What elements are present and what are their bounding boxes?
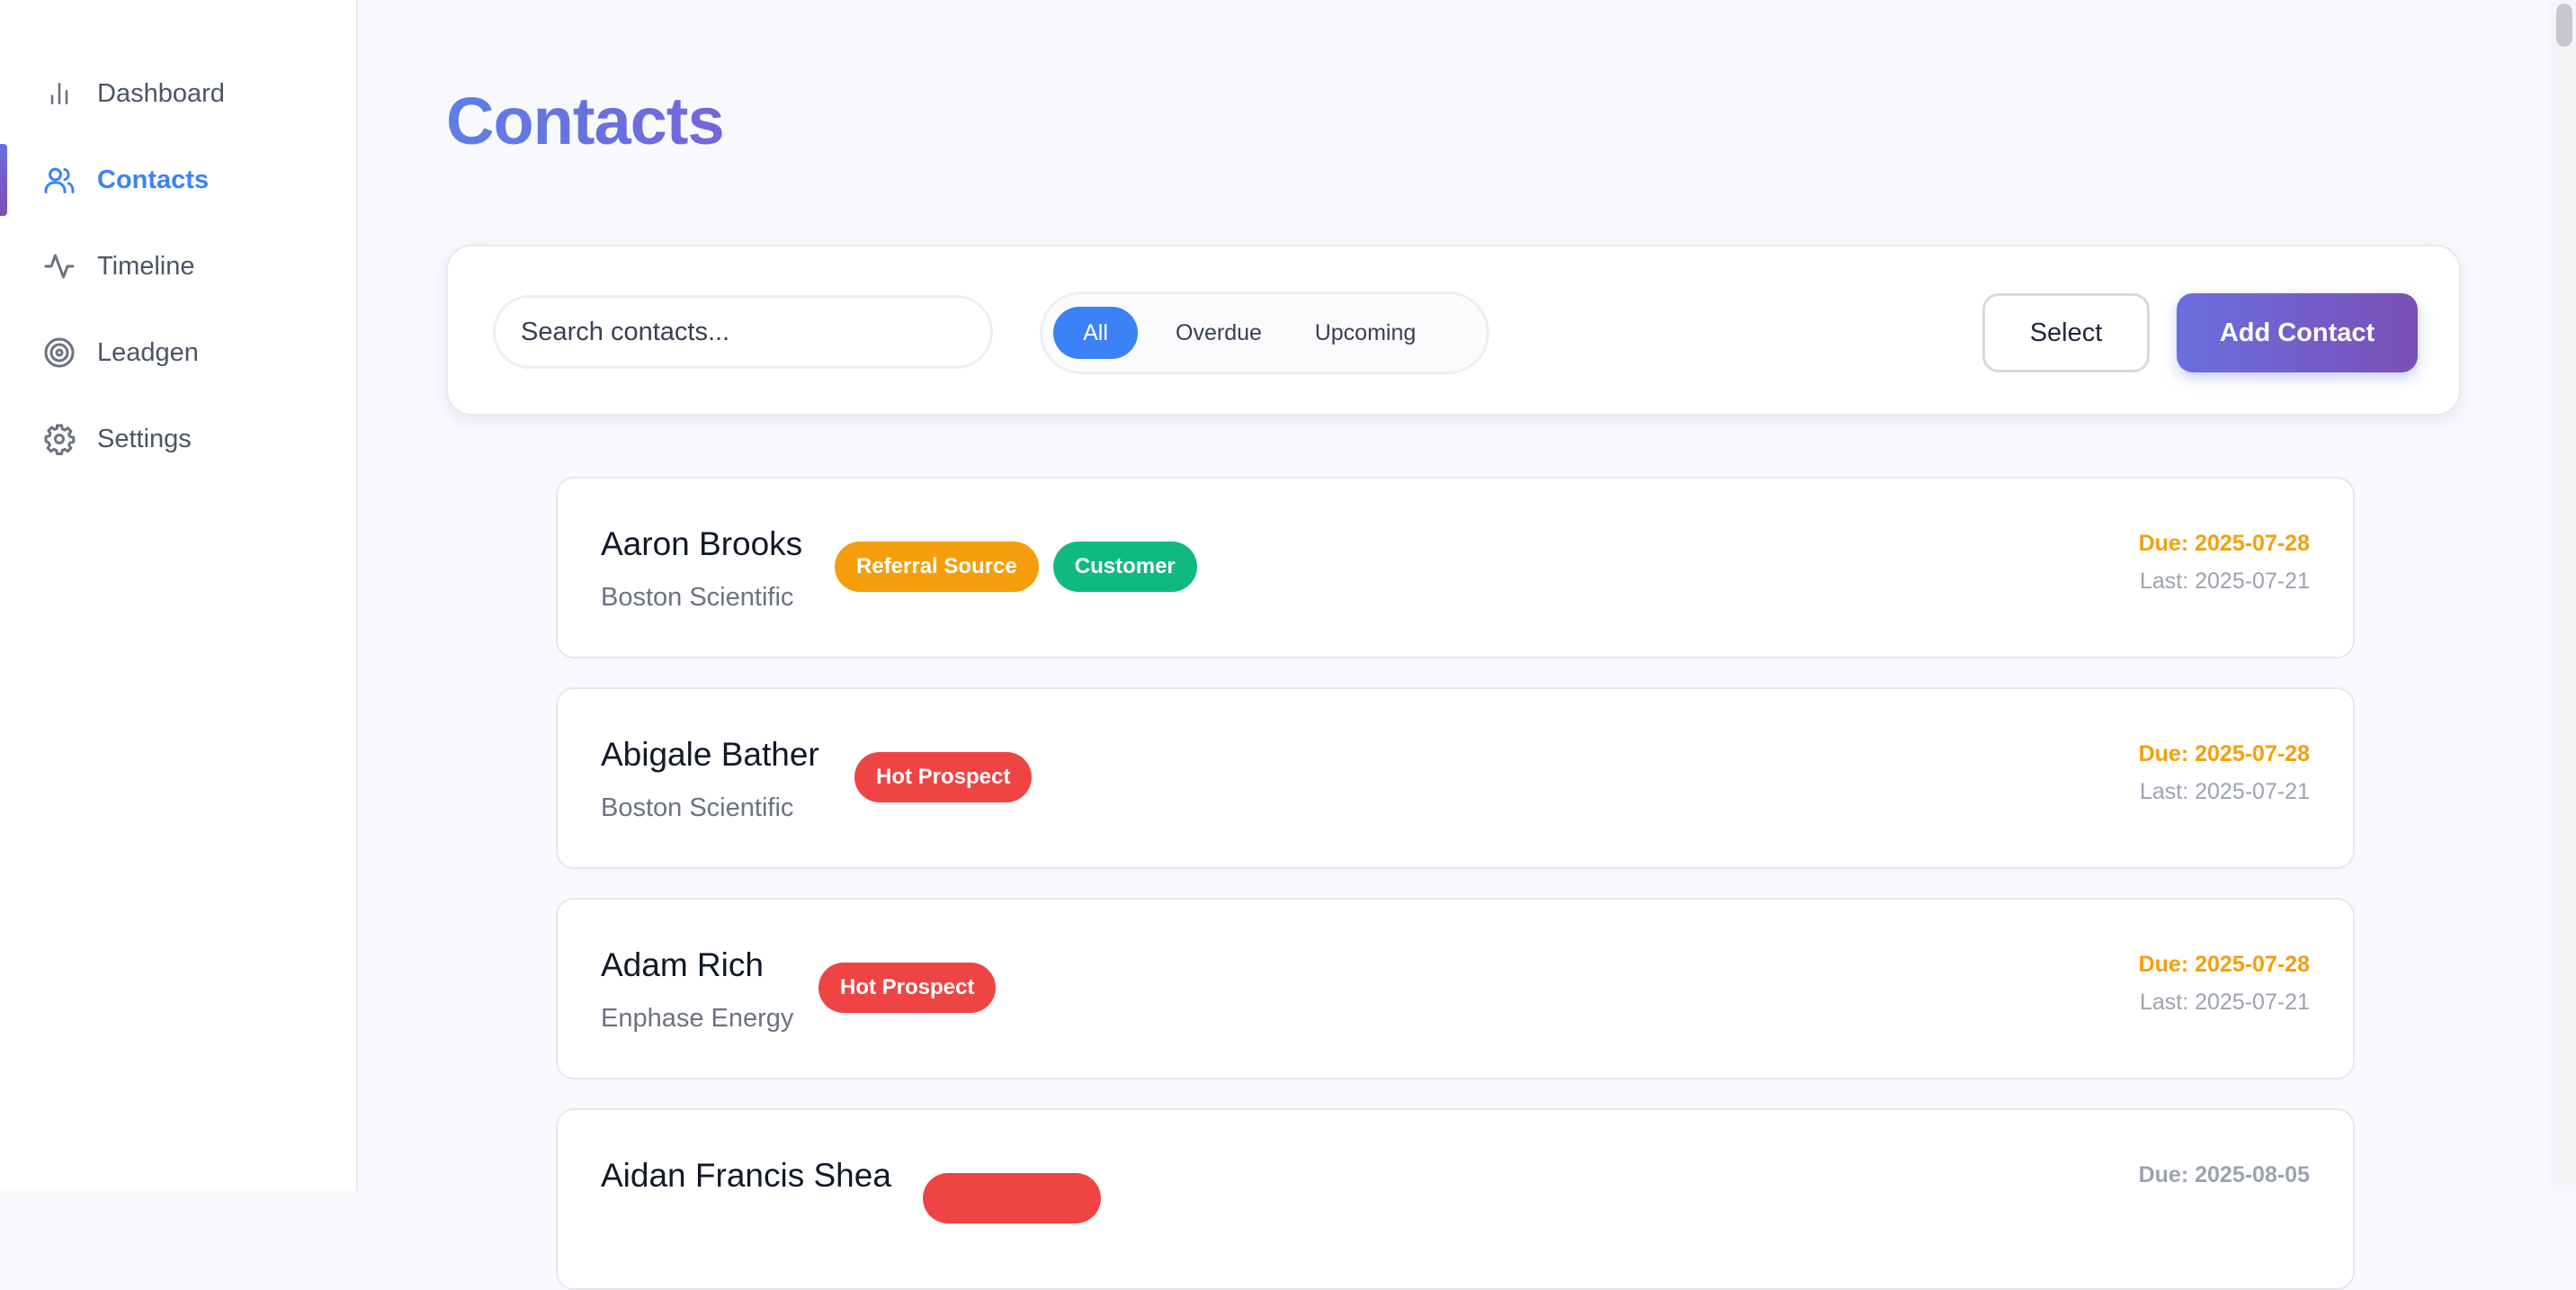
contact-name: Abigale Bather [601, 736, 819, 773]
sidebar: Dashboard Contacts Timeline Leadgen Sett… [0, 0, 358, 1191]
sidebar-item-label: Contacts [97, 165, 210, 194]
last-contact-date: Last: 2025-07-21 [2139, 779, 2310, 804]
due-date: Due: 2025-07-28 [2138, 741, 2310, 766]
due-date: Due: 2025-07-28 [2138, 531, 2310, 556]
sidebar-item-dashboard[interactable]: Dashboard [0, 58, 356, 130]
contact-company: Boston Scientific [601, 793, 794, 822]
sidebar-item-label: Dashboard [97, 78, 225, 108]
contact-card[interactable]: Adam Rich Enphase Energy Hot Prospect Du… [556, 898, 2355, 1079]
search-input[interactable] [493, 295, 993, 369]
last-contact-date: Last: 2025-07-21 [2139, 569, 2310, 594]
contact-tags: Hot Prospect [854, 752, 1033, 802]
due-date: Due: 2025-07-28 [2138, 952, 2310, 977]
users-icon [41, 162, 77, 198]
contact-tags [923, 1173, 1101, 1223]
tag-badge: Referral Source [835, 542, 1039, 592]
contact-card[interactable]: Aaron Brooks Boston Scientific Referral … [556, 477, 2355, 658]
sidebar-item-label: Timeline [97, 251, 195, 281]
tag-badge: Hot Prospect [854, 752, 1033, 802]
contact-card[interactable]: Abigale Bather Boston Scientific Hot Pro… [556, 687, 2355, 869]
tag-badge: Customer [1052, 542, 1197, 592]
contact-tags: Referral Source Customer [835, 542, 1197, 592]
sidebar-item-contacts[interactable]: Contacts [0, 144, 356, 216]
contact-company: Boston Scientific [601, 583, 794, 612]
gear-icon [41, 421, 77, 457]
sidebar-item-label: Settings [97, 424, 192, 453]
bar-chart-icon [41, 76, 77, 112]
contact-name: Aaron Brooks [601, 525, 803, 562]
tag-badge: Hot Prospect [818, 963, 997, 1013]
scrollbar-thumb[interactable] [2556, 4, 2572, 47]
scrollbar[interactable] [2551, 0, 2576, 1191]
tag-badge [923, 1173, 1101, 1223]
contact-company: Enphase Energy [601, 1004, 794, 1033]
filter-upcoming[interactable]: Upcoming [1298, 307, 1433, 359]
due-date: Due: 2025-08-05 [2138, 1162, 2310, 1187]
contacts-toolbar: All Overdue Upcoming Select Add Contact [446, 245, 2461, 416]
filter-segmented-control: All Overdue Upcoming [1040, 291, 1489, 374]
last-contact-date: Last: 2025-07-21 [2139, 990, 2310, 1015]
select-button[interactable]: Select [1982, 293, 2150, 372]
target-icon [41, 335, 77, 371]
contact-name: Aidan Francis Shea [601, 1157, 891, 1194]
filter-all[interactable]: All [1053, 307, 1138, 359]
contact-card[interactable]: Aidan Francis Shea Due: 2025-08-05 [556, 1108, 2355, 1290]
contact-name: Adam Rich [601, 946, 764, 983]
contact-tags: Hot Prospect [818, 963, 997, 1013]
add-contact-button[interactable]: Add Contact [2177, 293, 2418, 372]
activity-icon [41, 248, 77, 284]
sidebar-item-label: Leadgen [97, 337, 199, 367]
filter-overdue[interactable]: Overdue [1161, 307, 1276, 359]
page-title: Contacts [446, 84, 725, 158]
sidebar-item-settings[interactable]: Settings [0, 403, 356, 475]
sidebar-item-timeline[interactable]: Timeline [0, 230, 356, 302]
sidebar-item-leadgen[interactable]: Leadgen [0, 317, 356, 389]
